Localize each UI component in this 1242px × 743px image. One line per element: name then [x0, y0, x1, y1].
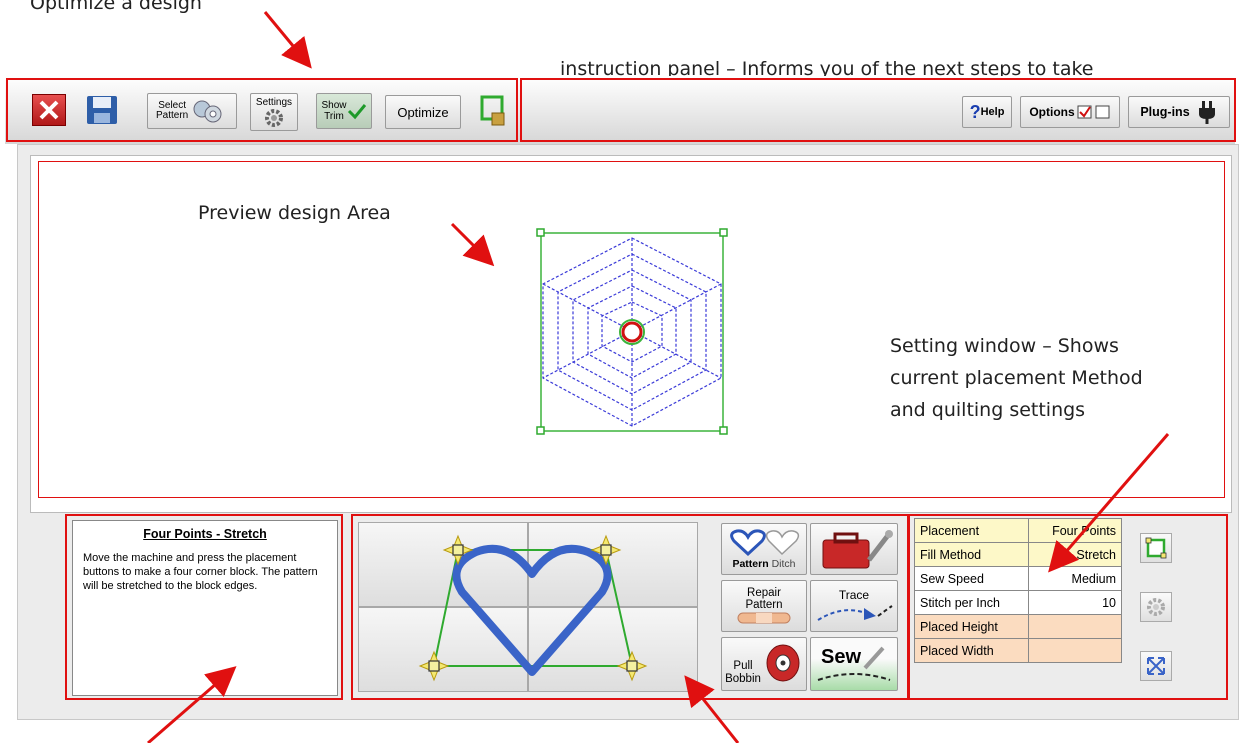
annotation-box-optimize-toolbar [6, 78, 518, 142]
annotation-box-instruction-toolbar [520, 78, 1236, 142]
annotation-box-preview [38, 161, 1225, 498]
annotation-box-tools [351, 514, 909, 700]
annotation-optimize-title: Optimize a design [30, 0, 202, 14]
annotation-box-settings [908, 514, 1228, 700]
annotation-box-instruction-panel [65, 514, 343, 700]
